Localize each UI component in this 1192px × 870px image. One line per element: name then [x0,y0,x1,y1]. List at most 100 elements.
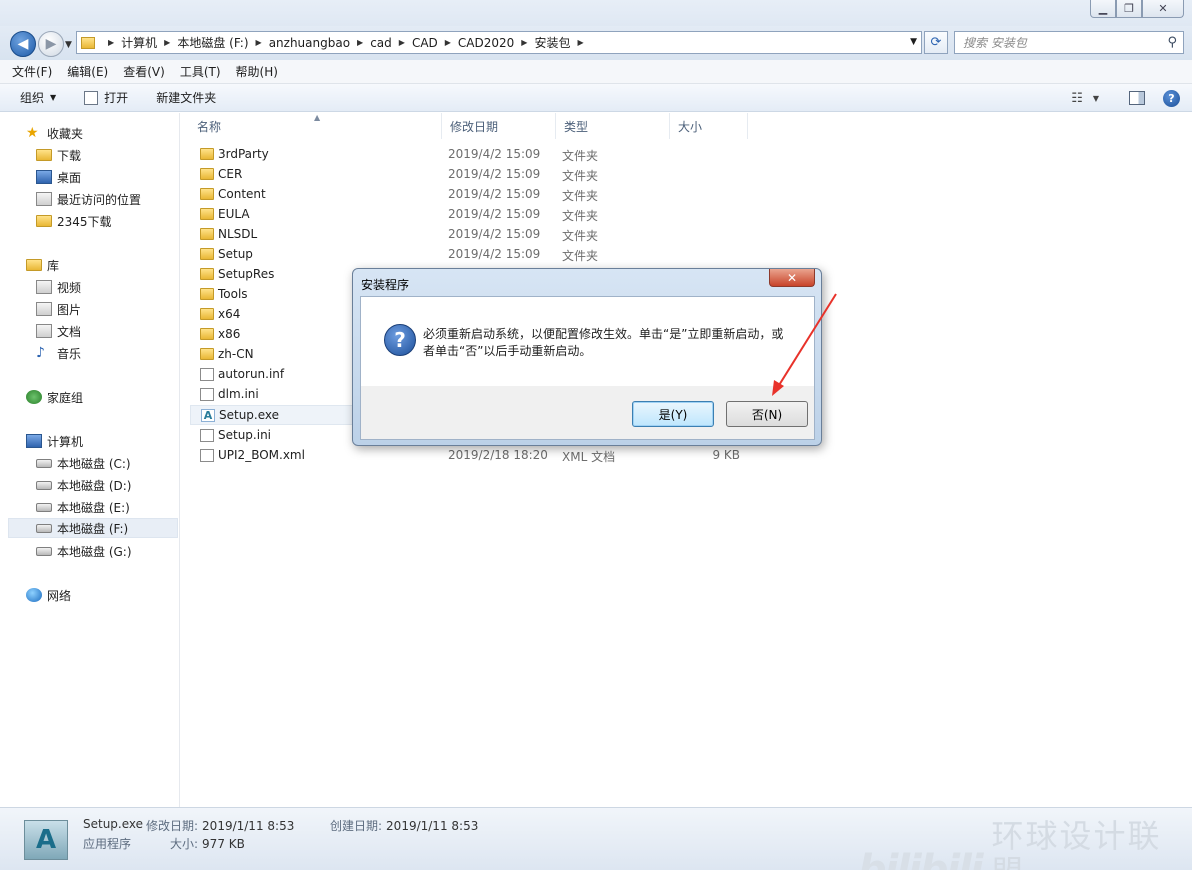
installer-dialog: 安装程序 ✕ ? 必须重新启动系统，以便配置修改生效。单击“是”立即重新启动，或… [352,268,822,446]
column-date[interactable]: 修改日期 [442,113,556,139]
details-filename: Setup.exe [83,817,144,831]
breadcrumb-computer[interactable]: 计算机 [121,34,157,51]
file-row[interactable]: Setup 2019/4/2 15:09 文件夹 [190,245,790,265]
breadcrumb-anzhuangbao-cn[interactable]: 安装包 [534,34,570,51]
nav-2345-downloads[interactable]: 2345下载 [36,211,112,231]
nav-drive-d[interactable]: 本地磁盘 (D:) [36,475,131,495]
file-row[interactable]: NLSDL 2019/4/2 15:09 文件夹 [190,225,790,245]
breadcrumb-arrow-icon[interactable]: ▶ [445,38,451,47]
search-input[interactable]: 搜索 安装包 ⚲ [954,31,1184,54]
nav-favorites[interactable]: ★ 收藏夹 [26,123,83,143]
nav-videos-label: 视频 [57,280,82,295]
file-name: Setup.ini [218,428,272,442]
file-name: CER [218,167,243,181]
breadcrumb-arrow-icon[interactable]: ▶ [577,38,583,47]
nav-downloads[interactable]: 下载 [36,145,81,165]
file-row[interactable]: UPI2_BOM.xml 2019/2/18 18:20 XML 文档 9 KB [190,446,790,466]
dialog-close-button[interactable]: ✕ [769,269,815,287]
nav-favorites-label: 收藏夹 [47,126,84,141]
file-name: EULA [218,207,250,221]
file-name: x86 [218,327,241,341]
nav-pictures[interactable]: 图片 [36,299,81,319]
menu-edit[interactable]: 编辑(E) [67,63,108,80]
column-date-label: 修改日期 [450,119,499,134]
homegroup-icon [26,390,42,404]
file-row[interactable]: EULA 2019/4/2 15:09 文件夹 [190,205,790,225]
nav-recent-places[interactable]: 最近访问的位置 [36,189,141,209]
nav-downloads-label: 下载 [57,148,82,163]
nav-drive-f[interactable]: 本地磁盘 (F:) [8,518,178,538]
breadcrumb-arrow-icon[interactable]: ▶ [357,38,363,47]
folder-icon [200,288,214,300]
folder-icon [36,215,52,227]
search-placeholder: 搜索 安装包 [963,36,1027,50]
menu-view[interactable]: 查看(V) [123,63,165,80]
file-row[interactable]: 3rdParty 2019/4/2 15:09 文件夹 [190,145,790,165]
nav-network[interactable]: 网络 [26,585,71,605]
recent-pages-dropdown[interactable]: ▼ [65,40,72,50]
breadcrumb-cad[interactable]: cad [370,36,392,50]
back-button[interactable]: ◀ [10,31,36,57]
column-size[interactable]: 大小 [670,113,748,139]
yes-button[interactable]: 是(Y) [632,401,714,427]
breadcrumb-arrow-icon[interactable]: ▶ [399,38,405,47]
open-button[interactable]: 打开 [84,89,128,106]
breadcrumb-arrow-icon[interactable]: ▶ [256,38,262,47]
minimize-button[interactable]: ▁ [1090,0,1116,18]
no-button[interactable]: 否(N) [726,401,808,427]
file-date: 2019/4/2 15:09 [448,227,541,241]
new-folder-button[interactable]: 新建文件夹 [156,89,216,106]
organize-button[interactable]: 组织 ▼ [20,89,56,106]
address-dropdown-icon[interactable]: ▼ [910,37,917,47]
nav-computer[interactable]: 计算机 [26,431,83,451]
breadcrumb-anzhuangbao[interactable]: anzhuangbao [269,36,350,50]
open-label: 打开 [104,91,129,105]
window-controls: ▁ ❐ ✕ [1090,0,1184,18]
drive-icon [36,546,52,556]
breadcrumb-arrow-icon[interactable]: ▶ [521,38,527,47]
search-icon: ⚲ [1167,35,1177,50]
breadcrumb-cad-upper[interactable]: CAD [412,36,438,50]
file-type: 文件夹 [562,149,599,163]
nav-desktop[interactable]: 桌面 [36,167,81,187]
maximize-button[interactable]: ❐ [1116,0,1142,18]
change-view-button[interactable]: ☷ ▼ [1071,91,1099,106]
star-icon: ★ [26,125,39,141]
file-row[interactable]: Content 2019/4/2 15:09 文件夹 [190,185,790,205]
help-icon[interactable]: ? [1163,89,1180,107]
menu-tools[interactable]: 工具(T) [180,63,221,80]
nav-documents[interactable]: 文档 [36,321,81,341]
drive-icon [36,502,52,512]
breadcrumb-drive-f[interactable]: 本地磁盘 (F:) [177,34,248,51]
address-bar[interactable]: ▶ 计算机 ▶ 本地磁盘 (F:) ▶ anzhuangbao ▶ cad ▶ CAD ▶… [76,31,922,54]
breadcrumb-arrow-icon[interactable]: ▶ [108,38,114,47]
file-name: SetupRes [218,267,275,281]
details-modified: 修改日期: 2019/1/11 8:53 [146,819,295,833]
preview-pane-icon[interactable] [1129,91,1145,105]
nav-music[interactable]: ♪ 音乐 [36,343,81,363]
refresh-button[interactable]: ⟳ [924,31,948,54]
forward-button[interactable]: ▶ [38,31,64,57]
nav-drive-c[interactable]: 本地磁盘 (C:) [36,453,131,473]
menu-file[interactable]: 文件(F) [12,63,52,80]
breadcrumb-arrow-icon[interactable]: ▶ [164,38,170,47]
nav-videos[interactable]: 视频 [36,277,81,297]
file-row[interactable]: CER 2019/4/2 15:09 文件夹 [190,165,790,185]
column-type[interactable]: 类型 [556,113,670,139]
file-name: NLSDL [218,227,258,241]
nav-drive-e[interactable]: 本地磁盘 (E:) [36,497,130,517]
file-date: 2019/4/2 15:09 [448,167,541,181]
file-size: 9 KB [712,448,740,462]
back-arrow-icon: ◀ [17,36,29,52]
close-button[interactable]: ✕ [1142,0,1184,18]
nav-homegroup[interactable]: 家庭组 [26,387,83,407]
file-type: 文件夹 [562,189,599,203]
file-date: 2019/4/2 15:09 [448,147,541,161]
breadcrumb-cad2020[interactable]: CAD2020 [458,36,514,50]
nav-drive-g[interactable]: 本地磁盘 (G:) [36,541,132,561]
chevron-down-icon: ▼ [50,93,57,102]
nav-library[interactable]: 库 [26,255,59,275]
menu-help[interactable]: 帮助(H) [236,63,278,80]
organize-label: 组织 [20,91,45,105]
red-annotation-arrow [772,293,837,396]
